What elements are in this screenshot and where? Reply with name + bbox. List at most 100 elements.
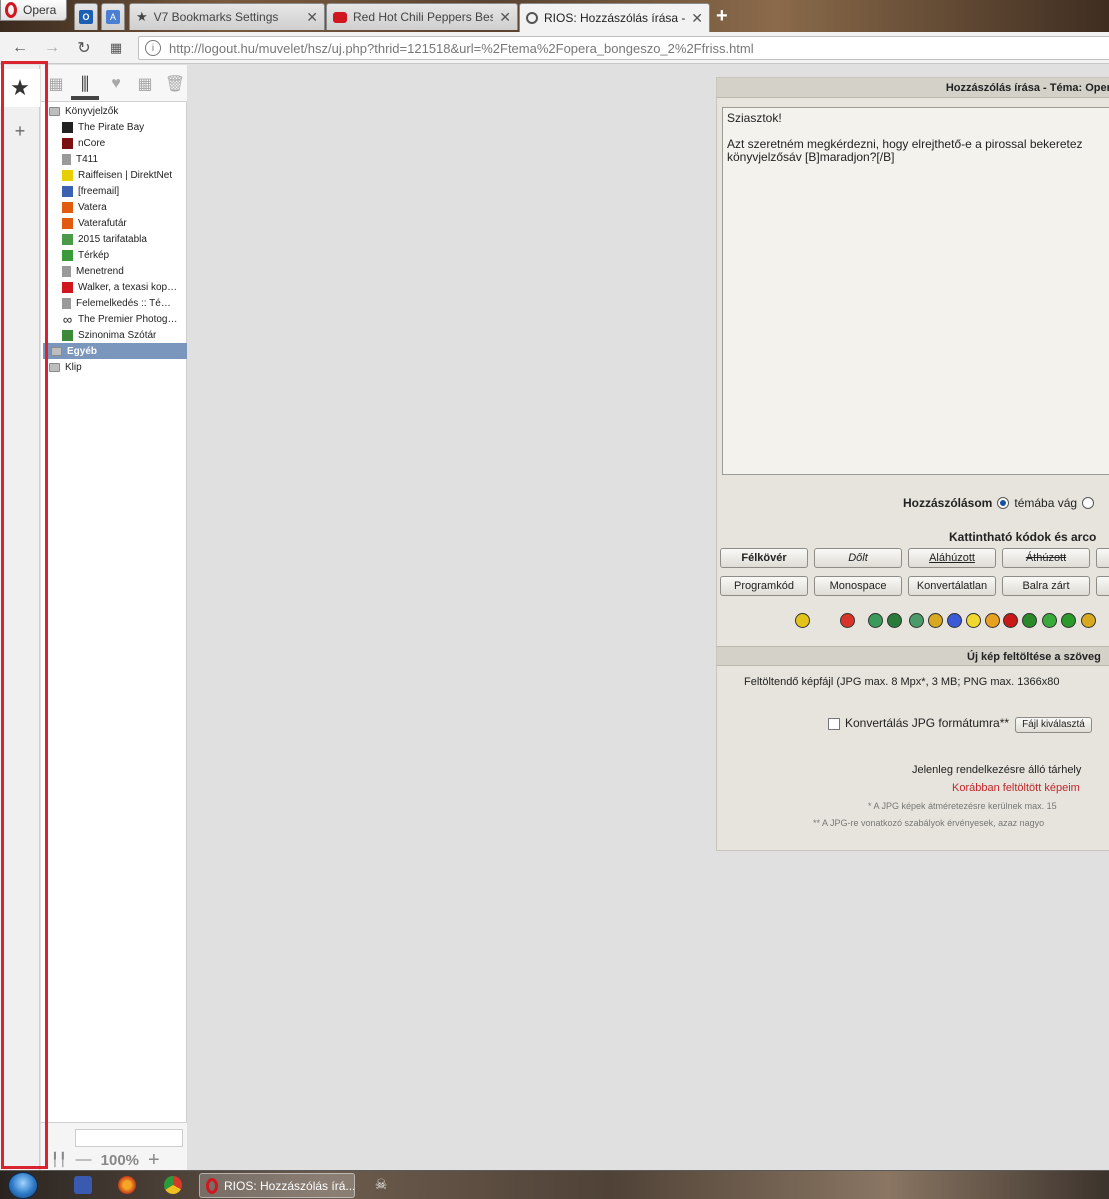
more-button-row1[interactable]	[1096, 548, 1109, 568]
smiley-icon[interactable]	[795, 613, 810, 628]
bookmark-item[interactable]: Vatera	[41, 199, 187, 215]
bold-button[interactable]: Félkövér	[720, 548, 808, 568]
reload-button[interactable]: ↻	[74, 38, 94, 58]
note-jpg-rules: ** A JPG-re vonatkozó szabályok érvényes…	[813, 818, 1045, 828]
bookmark-item[interactable]: Menetrend	[41, 263, 187, 279]
more-button-row2[interactable]	[1096, 576, 1109, 596]
page-icon	[62, 265, 71, 277]
forward-button[interactable]: →	[42, 38, 62, 58]
unconverted-button[interactable]: Konvertálatlan	[908, 576, 996, 596]
smiley-icon[interactable]	[868, 613, 883, 628]
bookmark-folder-klip[interactable]: Klip	[41, 359, 187, 375]
smiley-icon[interactable]	[985, 613, 1000, 628]
bookmarks-toolbar: ▦ ⫼ ♥ ▦ 🗑	[41, 65, 187, 102]
speed-dial-view-icon[interactable]: ▦	[47, 75, 65, 93]
radio-other[interactable]	[1082, 497, 1095, 509]
grid-view-icon[interactable]: ▦	[136, 75, 154, 93]
pinned-tab-outlook[interactable]: O	[74, 3, 98, 30]
bookmark-item[interactable]: Raiffeisen | DirektNet	[41, 167, 187, 183]
bookmark-item[interactable]: T411	[41, 151, 187, 167]
bookmark-item[interactable]: ∞ The Premier Photog…	[41, 311, 187, 327]
taskbar-task-opera[interactable]: RIOS: Hozzászólás írá...	[199, 1173, 355, 1198]
convert-label: Konvertálás JPG formátumra**	[845, 716, 1010, 730]
smiley-icon[interactable]	[1003, 613, 1018, 628]
windows-start-button[interactable]	[8, 1172, 38, 1199]
smiley-icon[interactable]	[1022, 613, 1037, 628]
close-tab-icon[interactable]: ✕	[499, 9, 511, 26]
pinned-tab-translate[interactable]: A	[101, 3, 125, 30]
smiley-icon[interactable]	[1061, 613, 1076, 628]
smiley-icon[interactable]	[909, 613, 924, 628]
tab-title: Red Hot Chili Peppers Bes	[353, 10, 494, 24]
bookmark-item[interactable]: Felemelkedés :: Té…	[41, 295, 187, 311]
save-disk-icon[interactable]	[74, 1176, 92, 1194]
smiley-icon[interactable]	[887, 613, 902, 628]
tab-rios-active[interactable]: RIOS: Hozzászólás írása - T ✕	[519, 3, 710, 32]
align-left-button[interactable]: Balra zárt	[1002, 576, 1090, 596]
close-tab-icon[interactable]: ✕	[691, 10, 703, 27]
speed-dial-button[interactable]: ▦	[106, 38, 126, 58]
opera-menu-button[interactable]: Opera	[0, 0, 67, 21]
site-info-icon[interactable]: i	[145, 40, 161, 56]
smiley-icon[interactable]	[928, 613, 943, 628]
bookmark-item[interactable]: Vaterafutár	[41, 215, 187, 231]
drive-icon	[62, 233, 73, 245]
freemail-icon	[62, 185, 73, 197]
tab-title: V7 Bookmarks Settings	[153, 10, 279, 24]
tools-icon[interactable]: ╿╿	[51, 1152, 67, 1168]
note-jpg-resize: * A JPG képek átméretezésre kerülnek max…	[868, 801, 1057, 811]
folder-icon	[51, 346, 62, 356]
library-icon[interactable]: ⫼	[76, 74, 94, 94]
navigation-bar: ← → ↻ ▦ i http://logout.hu/muvelet/hsz/u…	[0, 32, 1109, 64]
codes-title: Kattintható kódok és arco	[949, 530, 1097, 544]
code-button[interactable]: Programkód	[720, 576, 808, 596]
smiley-icon[interactable]	[840, 613, 855, 628]
bookmark-folder-egyeb[interactable]: Egyéb	[43, 343, 187, 359]
add-panel-button[interactable]: +	[0, 121, 40, 142]
opera-logo-icon	[5, 2, 17, 18]
tab-red-hot-chili-peppers[interactable]: Red Hot Chili Peppers Bes ✕	[326, 3, 518, 30]
zoom-level: 100%	[100, 1151, 140, 1169]
smiley-icon[interactable]	[1081, 613, 1096, 628]
post-textarea[interactable]: Sziasztok! Azt szeretném megkérdezni, ho…	[722, 107, 1109, 475]
bookmark-item[interactable]: nCore	[41, 135, 187, 151]
smiley-icon[interactable]	[1042, 613, 1057, 628]
chrome-icon[interactable]	[164, 1176, 182, 1194]
bookmark-item[interactable]: [freemail]	[41, 183, 187, 199]
previous-images-link[interactable]: Korábban feltöltött képeim	[952, 782, 1080, 794]
heart-icon[interactable]: ♥	[107, 75, 125, 93]
bookmarks-panel-button[interactable]: ★	[0, 69, 40, 107]
bookmark-label: Menetrend	[76, 265, 124, 277]
radio-on-topic[interactable]	[997, 497, 1010, 509]
rios-icon	[526, 12, 538, 24]
choose-file-button[interactable]: Fájl kiválasztá	[1015, 717, 1092, 733]
tab-bookmarks-settings[interactable]: ★ V7 Bookmarks Settings ✕	[129, 3, 325, 30]
firefox-icon[interactable]	[118, 1176, 136, 1194]
new-tab-button[interactable]: +	[716, 5, 728, 28]
smiley-icon[interactable]	[966, 613, 981, 628]
strikethrough-button[interactable]: Áthúzott	[1002, 548, 1090, 568]
monospace-button[interactable]: Monospace	[814, 576, 902, 596]
bookmark-item[interactable]: The Pirate Bay	[41, 119, 187, 135]
bookmarks-search-input[interactable]	[75, 1129, 183, 1147]
zoom-out-button[interactable]: —	[76, 1151, 92, 1169]
italic-button[interactable]: Dőlt	[814, 548, 902, 568]
back-button[interactable]: ←	[10, 38, 30, 58]
bookmark-label: Vatera	[78, 201, 107, 213]
form-header: Hozzászólás írása - Téma: Opera	[717, 78, 1109, 98]
trash-icon[interactable]: 🗑	[165, 75, 185, 93]
bookmark-item[interactable]: Szinonima Szótár	[41, 327, 187, 343]
bookmark-item[interactable]: Térkép	[41, 247, 187, 263]
convert-checkbox[interactable]	[828, 717, 840, 730]
bookmark-label: Raiffeisen | DirektNet	[78, 169, 173, 181]
smiley-icon[interactable]	[947, 613, 962, 628]
bookmark-item[interactable]: Walker, a texasi kop…	[41, 279, 187, 295]
zoom-in-button[interactable]: +	[148, 1149, 160, 1172]
underline-button[interactable]: Aláhúzott	[908, 548, 996, 568]
bookmark-item[interactable]: 2015 tarifatabla	[41, 231, 187, 247]
url-text[interactable]: http://logout.hu/muvelet/hsz/uj.php?thri…	[169, 41, 754, 56]
bookmark-folder-root[interactable]: Könyvjelzők	[41, 103, 187, 119]
skull-icon[interactable]: ☠	[372, 1176, 390, 1194]
address-bar[interactable]: i http://logout.hu/muvelet/hsz/uj.php?th…	[138, 36, 1109, 60]
close-tab-icon[interactable]: ✕	[306, 9, 318, 26]
